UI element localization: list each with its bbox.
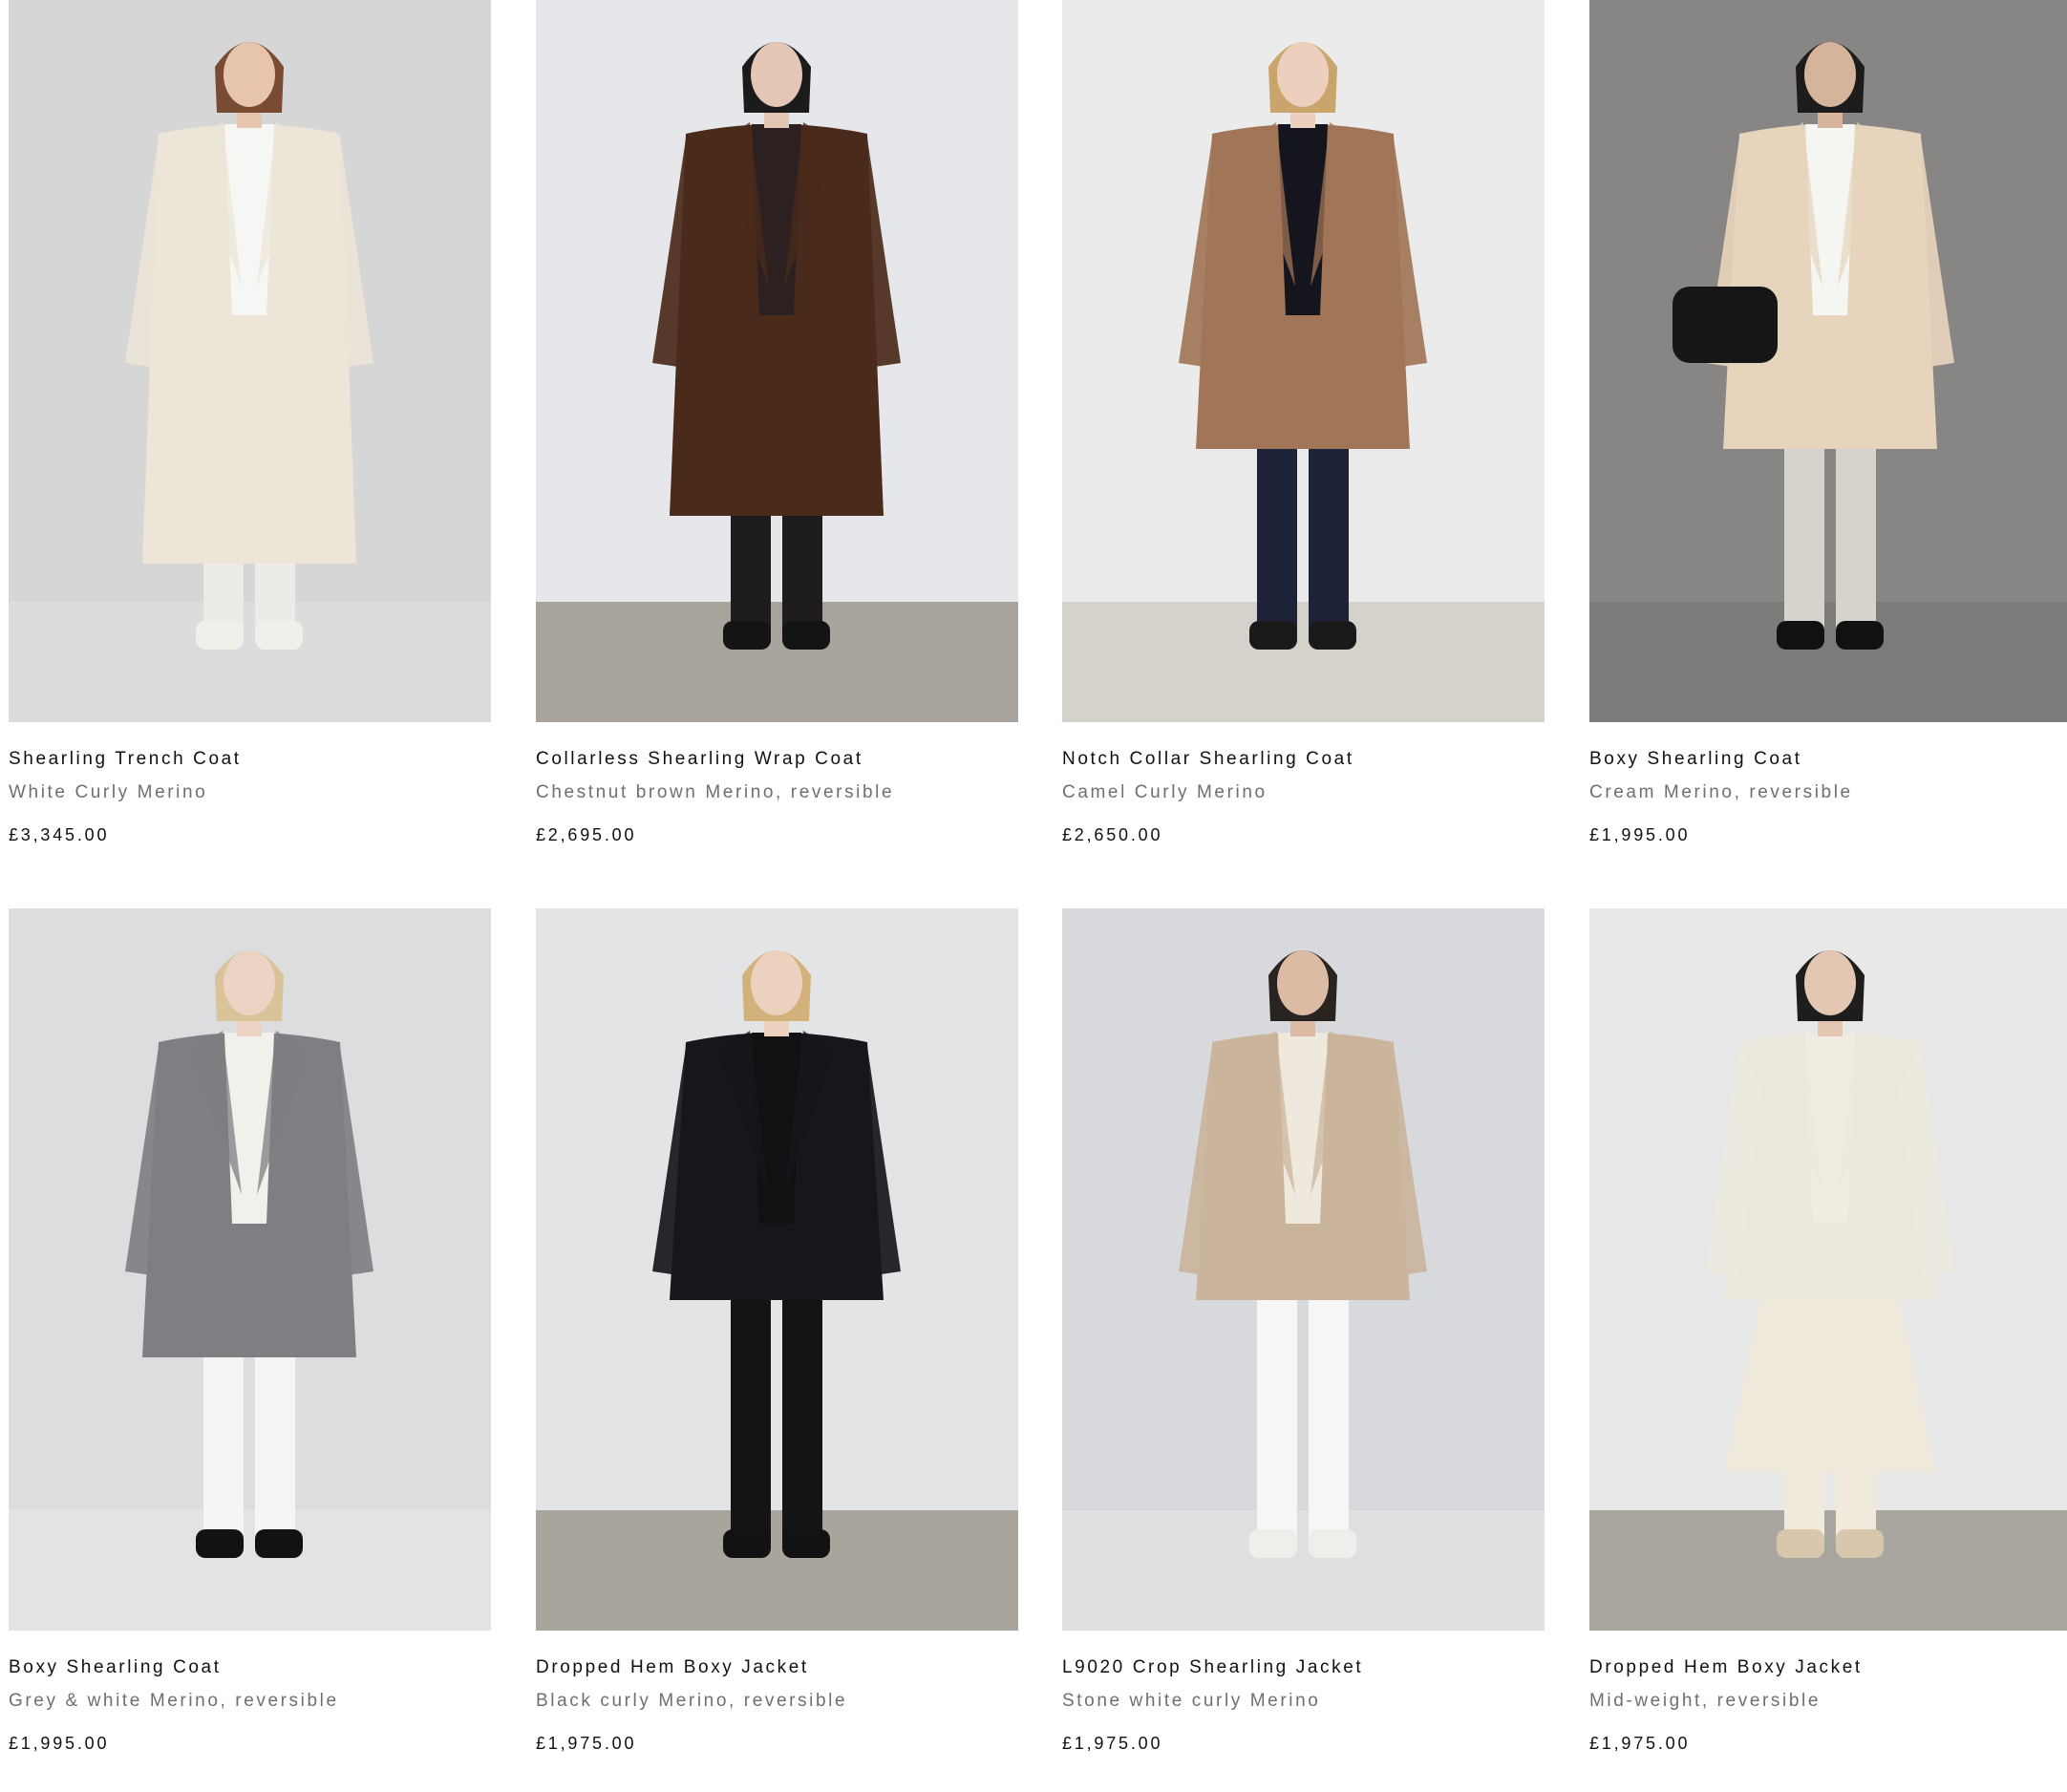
model-shoe (196, 621, 244, 650)
floor (9, 602, 491, 722)
product-image[interactable] (9, 0, 491, 722)
product-variant: Grey & white Merino, reversible (9, 1691, 339, 1711)
model-shoe (1836, 621, 1884, 650)
product-image[interactable] (536, 908, 1018, 1631)
product-card[interactable]: Boxy Shearling Coat Cream Merino, revers… (1589, 0, 2067, 844)
model-shoe (1309, 1529, 1356, 1558)
product-price: £3,345.00 (9, 825, 110, 844)
floor (9, 1510, 491, 1631)
product-price: £2,650.00 (1062, 825, 1163, 844)
model-face (1277, 42, 1329, 107)
product-photo (1062, 0, 1545, 722)
product-variant: Cream Merino, reversible (1589, 782, 1853, 802)
product-card[interactable]: Dropped Hem Boxy Jacket Mid-weight, reve… (1589, 908, 2067, 1753)
product-price: £2,695.00 (536, 825, 637, 844)
product-price: £1,975.00 (536, 1734, 637, 1753)
floor (536, 1510, 1018, 1631)
model-shoe (1309, 621, 1356, 650)
product-price: £1,995.00 (1589, 825, 1691, 844)
model-face (224, 950, 275, 1015)
model-shoe (1249, 1529, 1297, 1558)
product-image[interactable] (536, 0, 1018, 722)
floor (1589, 1510, 2067, 1631)
floor (536, 602, 1018, 722)
floor (1589, 602, 2067, 722)
bag (1673, 287, 1778, 363)
product-price: £1,995.00 (9, 1734, 110, 1753)
model-shoe (1777, 1529, 1824, 1558)
product-name[interactable]: L9020 Crop Shearling Jacket (1062, 1657, 1363, 1678)
product-name[interactable]: Dropped Hem Boxy Jacket (1589, 1657, 1863, 1678)
model-leg (731, 1271, 771, 1539)
product-name[interactable]: Collarless Shearling Wrap Coat (536, 749, 863, 770)
product-variant: Black curly Merino, reversible (536, 1691, 848, 1711)
model-shoe (1777, 621, 1824, 650)
product-variant: Chestnut brown Merino, reversible (536, 782, 895, 802)
model-face (751, 950, 802, 1015)
product-image[interactable] (1589, 0, 2067, 722)
model-shoe (255, 621, 303, 650)
product-photo (1589, 0, 2067, 722)
model-shoe (723, 621, 771, 650)
product-photo (536, 0, 1018, 722)
product-card[interactable]: L9020 Crop Shearling Jacket Stone white … (1062, 908, 1545, 1753)
model-shoe (1836, 1529, 1884, 1558)
model-leg (1257, 1271, 1297, 1539)
product-card[interactable]: Boxy Shearling Coat Grey & white Merino,… (9, 908, 491, 1753)
product-name[interactable]: Dropped Hem Boxy Jacket (536, 1657, 809, 1678)
product-photo (9, 908, 491, 1631)
model-face (224, 42, 275, 107)
product-photo (1589, 908, 2067, 1631)
model-shoe (782, 1529, 830, 1558)
product-image[interactable] (1062, 908, 1545, 1631)
product-price: £1,975.00 (1062, 1734, 1163, 1753)
product-photo (536, 908, 1018, 1631)
product-image[interactable] (1062, 0, 1545, 722)
product-image[interactable] (1589, 908, 2067, 1631)
model-shoe (255, 1529, 303, 1558)
product-photo (9, 0, 491, 722)
model-leg (1309, 1271, 1349, 1539)
product-name[interactable]: Shearling Trench Coat (9, 749, 242, 770)
model-leg (782, 1271, 822, 1539)
product-card[interactable]: Notch Collar Shearling Coat Camel Curly … (1062, 0, 1545, 844)
model-face (1804, 950, 1856, 1015)
model-shoe (1249, 621, 1297, 650)
model-shoe (196, 1529, 244, 1558)
product-variant: White Curly Merino (9, 782, 208, 802)
model-face (751, 42, 802, 107)
product-name[interactable]: Notch Collar Shearling Coat (1062, 749, 1354, 770)
product-photo (1062, 908, 1545, 1631)
product-variant: Camel Curly Merino (1062, 782, 1268, 802)
model-shoe (723, 1529, 771, 1558)
product-variant: Mid-weight, reversible (1589, 1691, 1821, 1711)
product-image[interactable] (9, 908, 491, 1631)
product-name[interactable]: Boxy Shearling Coat (1589, 749, 1802, 770)
product-card[interactable]: Shearling Trench Coat White Curly Merino… (9, 0, 491, 844)
product-name[interactable]: Boxy Shearling Coat (9, 1657, 222, 1678)
model-face (1277, 950, 1329, 1015)
product-card[interactable]: Collarless Shearling Wrap Coat Chestnut … (536, 0, 1018, 844)
product-price: £1,975.00 (1589, 1734, 1691, 1753)
product-grid: Shearling Trench Coat White Curly Merino… (0, 0, 2067, 1792)
model-face (1804, 42, 1856, 107)
model-shoe (782, 621, 830, 650)
product-variant: Stone white curly Merino (1062, 1691, 1321, 1711)
product-card[interactable]: Dropped Hem Boxy Jacket Black curly Meri… (536, 908, 1018, 1753)
floor (1062, 602, 1545, 722)
floor (1062, 1510, 1545, 1631)
